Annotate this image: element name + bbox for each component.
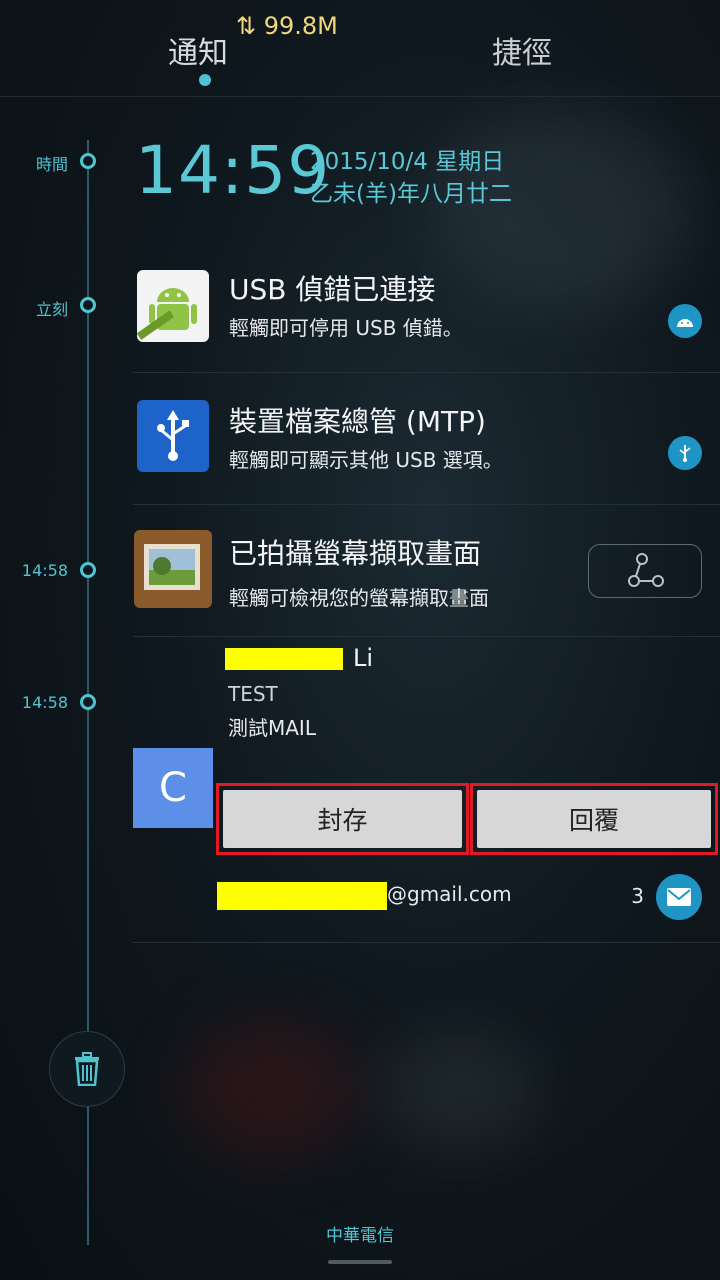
background-blur bbox=[380, 1030, 540, 1150]
timeline-label-1458: 14:58 bbox=[21, 561, 68, 580]
redacted-sender-name bbox=[225, 648, 343, 670]
android-badge-icon bbox=[668, 304, 702, 338]
redacted-email-address bbox=[217, 882, 387, 910]
share-icon bbox=[628, 553, 664, 587]
notification-text: 輕觸即可顯示其他 USB 選項。 bbox=[229, 448, 503, 472]
clock-lunar-date: 乙未(羊)年八月廿二 bbox=[310, 181, 512, 207]
timeline-node bbox=[80, 297, 96, 313]
gallery-icon bbox=[134, 530, 212, 608]
notification-text: 輕觸即可停用 USB 偵錯。 bbox=[229, 316, 463, 340]
notification-mail[interactable]: Li TEST 測試MAIL C 封存 回覆 @gmail.com 3 bbox=[133, 636, 720, 943]
notification-usb-debugging[interactable]: USB 偵錯已連接 輕觸即可停用 USB 偵錯。 bbox=[133, 248, 720, 373]
notification-title: USB 偵錯已連接 bbox=[229, 273, 436, 306]
mail-body: 測試MAIL bbox=[228, 716, 316, 740]
timeline-label-now: 立刻 bbox=[35, 300, 68, 319]
clock-time: 14:59 bbox=[135, 132, 331, 209]
timeline-node bbox=[80, 694, 96, 710]
timeline-node bbox=[80, 153, 96, 169]
notification-text: 輕觸可檢視您的螢幕擷取畫面 bbox=[229, 586, 489, 610]
reply-button[interactable]: 回覆 bbox=[477, 790, 711, 848]
tab-shortcuts[interactable]: 捷徑 bbox=[492, 28, 552, 72]
timeline-node bbox=[80, 562, 96, 578]
timeline-label-1458: 14:58 bbox=[21, 693, 68, 712]
avatar: C bbox=[133, 748, 213, 828]
android-icon bbox=[136, 270, 209, 342]
notification-mtp[interactable]: 裝置檔案總管 (MTP) 輕觸即可顯示其他 USB 選項。 bbox=[133, 372, 720, 505]
timeline-label-time: 時間 bbox=[35, 155, 68, 174]
active-tab-indicator bbox=[199, 74, 211, 86]
mail-icon bbox=[656, 874, 702, 920]
share-button[interactable] bbox=[588, 544, 702, 598]
notification-title: 裝置檔案總管 (MTP) bbox=[229, 405, 486, 438]
notification-title: 已拍攝螢幕擷取畫面 bbox=[229, 537, 482, 570]
drag-handle[interactable] bbox=[328, 1260, 392, 1264]
data-usage-indicator: ⇅ 99.8M bbox=[236, 12, 338, 40]
carrier-label: 中華電信 bbox=[326, 1226, 394, 1246]
notification-screenshot[interactable]: 已拍攝螢幕擷取畫面 輕觸可檢視您的螢幕擷取畫面 bbox=[133, 504, 720, 637]
background-blur bbox=[180, 1020, 360, 1160]
mail-sender-suffix: Li bbox=[353, 644, 374, 672]
tab-notifications[interactable]: 通知 bbox=[168, 28, 228, 72]
mail-count: 3 bbox=[631, 884, 644, 908]
clear-all-button[interactable] bbox=[49, 1031, 125, 1107]
mail-subject: TEST bbox=[228, 682, 278, 706]
tab-bar: 通知 捷徑 ⇅ 99.8M bbox=[0, 0, 720, 97]
trash-icon bbox=[75, 1052, 99, 1086]
reply-button-highlight: 回覆 bbox=[470, 783, 718, 855]
archive-button-highlight: 封存 bbox=[216, 783, 469, 855]
archive-button[interactable]: 封存 bbox=[223, 790, 462, 848]
usb-badge-icon bbox=[668, 436, 702, 470]
mail-account-suffix: @gmail.com bbox=[387, 882, 512, 906]
usb-icon bbox=[137, 400, 209, 472]
clock-date: 2015/10/4 星期日 bbox=[310, 149, 505, 175]
